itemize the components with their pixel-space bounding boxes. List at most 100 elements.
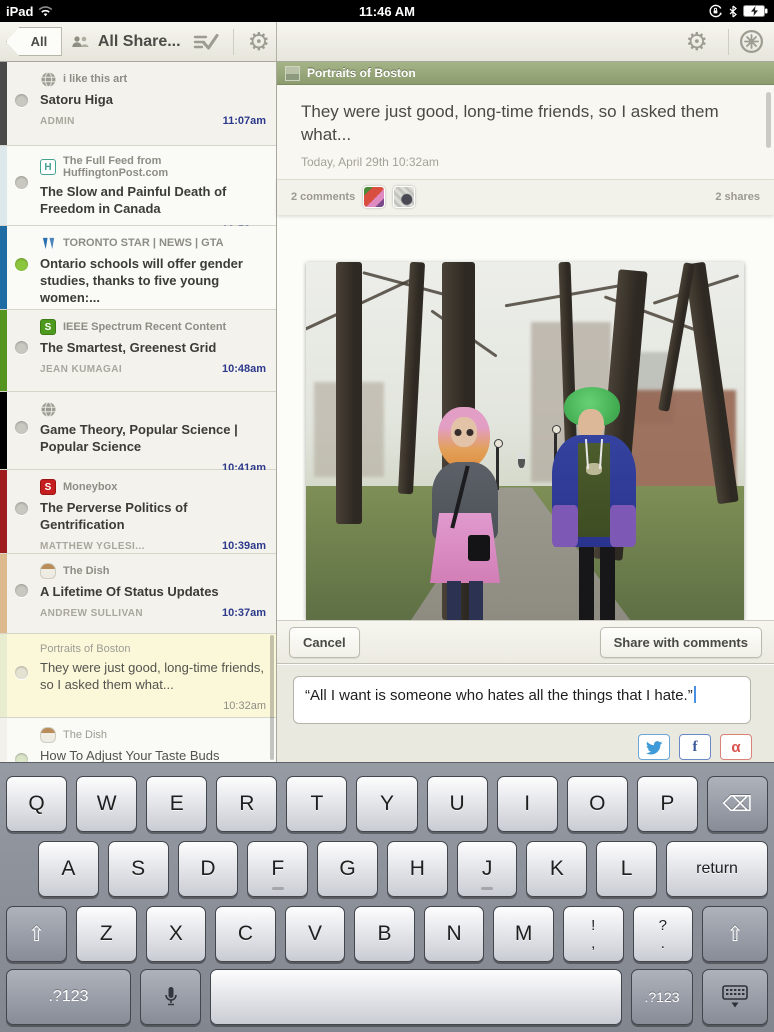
backspace-key[interactable]: ⌫ — [707, 776, 768, 832]
comment-input[interactable]: “All I want is someone who hates all the… — [293, 676, 751, 724]
key-l[interactable]: L — [596, 841, 657, 897]
dish-dog-icon — [40, 563, 56, 579]
gear-icon[interactable]: ⚙ — [248, 29, 270, 54]
key-u[interactable]: U — [427, 776, 488, 832]
unread-dot — [15, 258, 28, 271]
key-p[interactable]: P — [637, 776, 698, 832]
dish-dog-icon — [40, 727, 56, 743]
unread-dot — [15, 94, 28, 107]
feed-color-stripe — [0, 226, 7, 309]
key-x[interactable]: X — [146, 906, 207, 962]
key-z[interactable]: Z — [76, 906, 137, 962]
key-k[interactable]: K — [526, 841, 587, 897]
key-i[interactable]: I — [497, 776, 558, 832]
key-n[interactable]: N — [424, 906, 485, 962]
dismiss-keyboard-key[interactable] — [702, 969, 768, 1025]
article-title: Satoru Higa — [40, 92, 266, 109]
feed-name: TORONTO STAR | NEWS | GTA — [63, 237, 224, 249]
divider — [233, 29, 234, 55]
article-title: The Perverse Politics of Gentrification — [40, 500, 266, 534]
key-s[interactable]: S — [108, 841, 169, 897]
space-key[interactable] — [210, 969, 622, 1025]
content-scrollbar[interactable] — [766, 92, 771, 148]
list-item[interactable]: SMoneybox The Perverse Politics of Gentr… — [0, 470, 276, 554]
shift-key[interactable]: ⇧ — [6, 906, 67, 962]
comments-count[interactable]: 2 comments — [291, 191, 355, 203]
article-photo — [306, 262, 744, 620]
key-label: , — [591, 936, 595, 951]
article-meta-row: 2 comments 2 shares — [277, 179, 774, 215]
feed-color-stripe — [0, 392, 7, 469]
back-button[interactable]: All — [6, 27, 62, 56]
key-d[interactable]: D — [178, 841, 239, 897]
key-m[interactable]: M — [493, 906, 554, 962]
unread-dot — [15, 666, 28, 679]
key-y[interactable]: Y — [356, 776, 417, 832]
key-question-period[interactable]: ?. — [633, 906, 694, 962]
feed-name: The Dish — [63, 729, 107, 741]
sidebar-header: All All Share... ⚙ — [0, 22, 277, 61]
author: MATTHEW YGLESI... — [40, 541, 145, 552]
article-title: Ontario schools will offer gender studie… — [40, 256, 266, 307]
cancel-button[interactable]: Cancel — [289, 627, 360, 658]
feed-color-stripe — [0, 310, 7, 391]
key-b[interactable]: B — [354, 906, 415, 962]
feed-thumbnail — [285, 66, 300, 81]
key-v[interactable]: V — [285, 906, 346, 962]
key-j[interactable]: J — [457, 841, 518, 897]
share-with-comments-button[interactable]: Share with comments — [600, 627, 762, 658]
key-c[interactable]: C — [215, 906, 276, 962]
numbers-key[interactable]: .?123 — [631, 969, 693, 1025]
key-exclaim-comma[interactable]: !, — [563, 906, 624, 962]
bluetooth-icon — [729, 5, 737, 18]
unread-dot — [15, 502, 28, 515]
key-o[interactable]: O — [567, 776, 628, 832]
key-t[interactable]: T — [286, 776, 347, 832]
feed-color-stripe — [0, 718, 7, 762]
unread-dot — [15, 176, 28, 189]
commenter-avatar[interactable] — [363, 186, 385, 208]
article-panel: Portraits of Boston They were just good,… — [277, 62, 774, 762]
key-q[interactable]: Q — [6, 776, 67, 832]
twitter-share-button[interactable] — [638, 734, 670, 760]
key-r[interactable]: R — [216, 776, 277, 832]
list-item-selected[interactable]: Portraits of Boston They were just good,… — [0, 634, 276, 718]
key-h[interactable]: H — [387, 841, 448, 897]
list-item[interactable]: The Dish A Lifetime Of Status Updates AN… — [0, 554, 276, 634]
comment-compose-area: “All I want is someone who hates all the… — [277, 665, 774, 762]
commenter-avatar[interactable] — [393, 186, 415, 208]
feed-name: Moneybox — [63, 481, 117, 493]
appnet-share-button[interactable]: α — [720, 734, 752, 760]
text-cursor — [694, 686, 696, 703]
list-item[interactable]: TORONTO STAR | NEWS | GTA Ontario school… — [0, 226, 276, 310]
list-item[interactable]: Game Theory, Popular Science | Popular S… — [0, 392, 276, 470]
key-label: ! — [591, 918, 595, 933]
people-icon — [70, 35, 90, 49]
list-item[interactable]: SIEEE Spectrum Recent Content The Smarte… — [0, 310, 276, 392]
key-f[interactable]: F — [247, 841, 308, 897]
key-w[interactable]: W — [76, 776, 137, 832]
key-a[interactable]: A — [38, 841, 99, 897]
mark-all-read-icon[interactable] — [193, 33, 219, 51]
gear-icon[interactable]: ⚙ — [686, 29, 708, 54]
ieee-spectrum-icon: S — [40, 319, 56, 335]
shift-key[interactable]: ⇧ — [702, 906, 768, 962]
list-item[interactable]: i like this art Satoru Higa ADMIN11:07am — [0, 62, 276, 146]
compass-icon[interactable] — [739, 29, 764, 54]
key-label: ? — [659, 918, 667, 933]
list-item[interactable]: The Dish How To Adjust Your Taste Buds — [0, 718, 276, 762]
shares-count[interactable]: 2 shares — [715, 191, 760, 203]
feed-color-stripe — [0, 554, 7, 633]
timestamp: 11:07am — [223, 115, 266, 127]
feed-name: The Dish — [63, 565, 109, 577]
key-g[interactable]: G — [317, 841, 378, 897]
dictation-key[interactable] — [140, 969, 201, 1025]
numbers-key[interactable]: .?123 — [6, 969, 131, 1025]
article-toolbar: ⚙ — [277, 22, 774, 61]
sidebar-scrollbar[interactable] — [270, 635, 274, 760]
return-key[interactable]: return — [666, 841, 768, 897]
key-e[interactable]: E — [146, 776, 207, 832]
list-item[interactable]: HThe Full Feed from HuffingtonPost.com T… — [0, 146, 276, 226]
facebook-share-button[interactable]: f — [679, 734, 711, 760]
globe-icon — [40, 401, 56, 417]
